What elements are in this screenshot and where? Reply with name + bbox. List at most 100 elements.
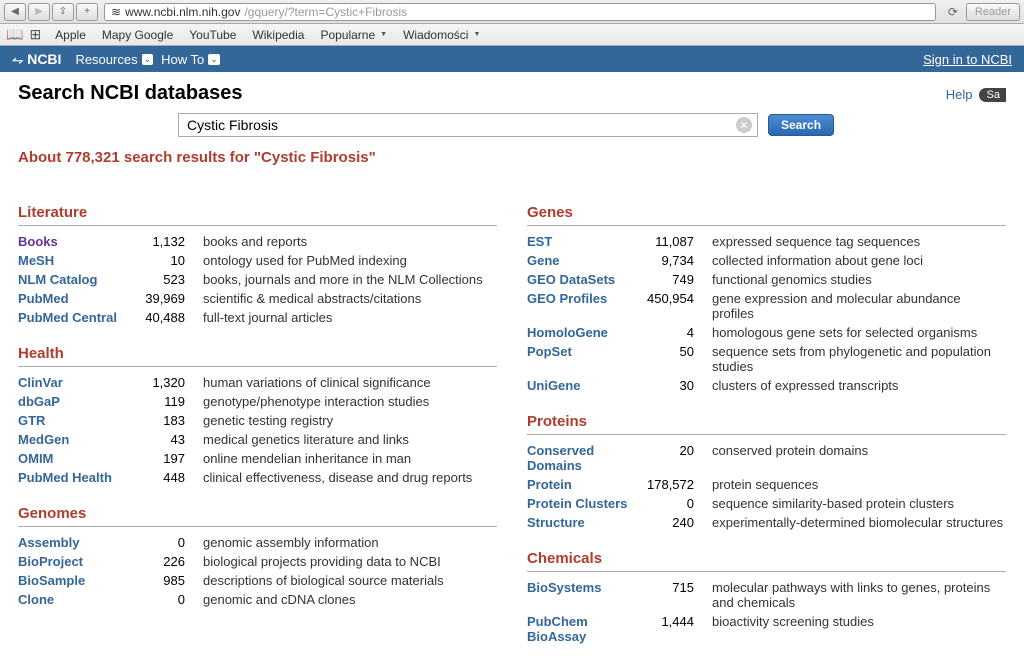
share-button[interactable]: ⇪ [52,3,74,21]
db-link[interactable]: Gene [527,253,647,268]
signin-link[interactable]: Sign in to NCBI [923,52,1012,67]
bookmark-item[interactable]: Mapy Google [94,27,181,43]
bookmark-item[interactable]: Wiadomości [395,27,488,43]
db-count: 715 [647,580,712,610]
db-count: 197 [138,451,203,466]
db-link[interactable]: PubChem BioAssay [527,614,647,644]
search-input[interactable] [178,113,758,137]
bookmark-item[interactable]: Popularne [312,27,395,43]
db-link[interactable]: Books [18,234,138,249]
bookmark-item[interactable]: Wikipedia [244,27,312,43]
db-link[interactable]: BioProject [18,554,138,569]
db-link[interactable]: Protein [527,477,647,492]
refresh-button[interactable]: ⟳ [942,3,964,21]
db-desc: sequence sets from phylogenetic and popu… [712,344,1006,374]
db-desc: conserved protein domains [712,443,1006,473]
db-count: 183 [138,413,203,428]
db-link[interactable]: Assembly [18,535,138,550]
book-icon[interactable]: 📖 [6,26,23,43]
db-desc: books and reports [203,234,497,249]
db-link[interactable]: Conserved Domains [527,443,647,473]
db-count: 30 [647,378,712,393]
search-row: ✕ Search [18,113,1006,137]
bookmark-bar: 📖 ⊞ AppleMapy GoogleYouTubeWikipediaPopu… [0,24,1024,46]
grid-icon[interactable]: ⊞ [29,26,41,43]
db-count: 40,488 [138,310,203,325]
db-link[interactable]: MedGen [18,432,138,447]
db-link[interactable]: HomoloGene [527,325,647,340]
db-desc: books, journals and more in the NLM Coll… [203,272,497,287]
db-link[interactable]: BioSystems [527,580,647,610]
url-path: /gquery/?term=Cystic+Fibrosis [244,5,407,19]
forward-button[interactable]: ▶ [28,3,50,21]
db-row: BioProject226biological projects providi… [18,552,497,571]
ncbi-glyph-icon: ⥊ [12,51,23,68]
howto-menu[interactable]: How To⌄ [161,52,220,67]
db-link[interactable]: Structure [527,515,647,530]
db-row: MedGen43medical genetics literature and … [18,430,497,449]
db-desc: descriptions of biological source materi… [203,573,497,588]
clear-icon[interactable]: ✕ [736,117,752,133]
db-desc: biological projects providing data to NC… [203,554,497,569]
db-count: 450,954 [647,291,712,321]
db-count: 0 [138,535,203,550]
db-desc: genomic assembly information [203,535,497,550]
db-link[interactable]: PubMed Central [18,310,138,325]
db-link[interactable]: EST [527,234,647,249]
add-button[interactable]: + [76,3,98,21]
bookmark-item[interactable]: YouTube [181,27,244,43]
db-link[interactable]: Protein Clusters [527,496,647,511]
db-row: Structure240experimentally-determined bi… [527,513,1006,532]
db-link[interactable]: ClinVar [18,375,138,390]
bookmark-item[interactable]: Apple [47,27,94,43]
section-header: Health [18,345,497,367]
db-row: BioSystems715molecular pathways with lin… [527,578,1006,612]
db-link[interactable]: UniGene [527,378,647,393]
db-count: 1,320 [138,375,203,390]
db-link[interactable]: OMIM [18,451,138,466]
db-link[interactable]: PopSet [527,344,647,374]
ncbi-logo[interactable]: ⥊ NCBI [12,51,61,68]
ncbi-header: ⥊ NCBI Resources⌄ How To⌄ Sign in to NCB… [0,46,1024,72]
section-header: Chemicals [527,550,1006,572]
save-badge[interactable]: Sa [979,88,1006,102]
db-count: 240 [647,515,712,530]
db-desc: functional genomics studies [712,272,1006,287]
db-link[interactable]: MeSH [18,253,138,268]
db-count: 1,132 [138,234,203,249]
db-count: 119 [138,394,203,409]
db-desc: homologous gene sets for selected organi… [712,325,1006,340]
db-link[interactable]: NLM Catalog [18,272,138,287]
db-row: Protein178,572protein sequences [527,475,1006,494]
db-count: 10 [138,253,203,268]
db-row: Clone0genomic and cDNA clones [18,590,497,609]
chevron-down-icon: ⌄ [208,54,220,65]
db-link[interactable]: GEO DataSets [527,272,647,287]
db-desc: genotype/phenotype interaction studies [203,394,497,409]
db-desc: human variations of clinical significanc… [203,375,497,390]
db-link[interactable]: GEO Profiles [527,291,647,321]
db-link[interactable]: PubMed [18,291,138,306]
db-link[interactable]: dbGaP [18,394,138,409]
db-link[interactable]: PubMed Health [18,470,138,485]
db-link[interactable]: GTR [18,413,138,428]
db-link[interactable]: BioSample [18,573,138,588]
db-count: 985 [138,573,203,588]
page-title: Search NCBI databases [18,82,243,105]
reader-button[interactable]: Reader [966,3,1020,21]
help-link[interactable]: Help [946,87,973,102]
db-desc: online mendelian inheritance in man [203,451,497,466]
db-row: Conserved Domains20conserved protein dom… [527,441,1006,475]
search-button[interactable]: Search [768,114,834,136]
db-row: GTR183genetic testing registry [18,411,497,430]
resources-menu[interactable]: Resources⌄ [75,52,153,67]
section-header: Proteins [527,413,1006,435]
db-desc: collected information about gene loci [712,253,1006,268]
db-row: PubMed Central40,488full-text journal ar… [18,308,497,327]
db-row: Gene9,734collected information about gen… [527,251,1006,270]
results-summary: About 778,321 search results for "Cystic… [18,149,1006,166]
back-button[interactable]: ◀ [4,3,26,21]
url-bar[interactable]: ≋ www.ncbi.nlm.nih.gov/gquery/?term=Cyst… [104,3,936,21]
db-row: Protein Clusters0sequence similarity-bas… [527,494,1006,513]
db-desc: scientific & medical abstracts/citations [203,291,497,306]
